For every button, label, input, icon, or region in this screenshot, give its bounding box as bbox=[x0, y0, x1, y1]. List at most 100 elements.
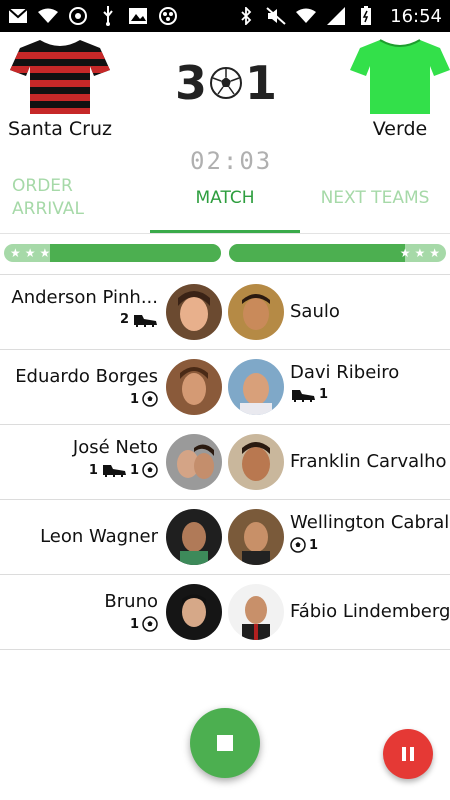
whatsapp-icon bbox=[68, 6, 88, 26]
star-icon: ★ bbox=[414, 246, 426, 260]
stop-match-button[interactable] bbox=[190, 708, 260, 778]
battery-icon bbox=[356, 6, 376, 26]
status-right-icons: 16:54 bbox=[236, 6, 442, 27]
signal-icon bbox=[326, 6, 346, 26]
home-player: José Neto 1 1 bbox=[73, 437, 158, 478]
status-left-icons bbox=[8, 6, 178, 26]
tab-match[interactable]: MATCH bbox=[150, 162, 300, 233]
home-rating-stars: ★ ★ ★ bbox=[10, 244, 50, 262]
avatar[interactable] bbox=[166, 584, 222, 640]
stat-count: 2 bbox=[119, 312, 129, 327]
star-icon: ★ bbox=[429, 246, 440, 260]
ball-icon bbox=[210, 67, 243, 99]
away-player: Franklin Carvalho bbox=[290, 451, 447, 472]
away-player: Fábio Lindemberg bbox=[290, 601, 450, 622]
avatar[interactable] bbox=[228, 284, 284, 340]
tab-next-teams[interactable]: NEXT TEAMS bbox=[300, 162, 450, 233]
away-score: 1 bbox=[245, 56, 278, 110]
tab-order-arrival[interactable]: ORDER ARRIVAL bbox=[0, 162, 150, 233]
home-player-name: Leon Wagner bbox=[40, 526, 158, 547]
away-player-name: Saulo bbox=[290, 301, 340, 322]
away-player-stats: 1 bbox=[290, 387, 399, 402]
wifi-icon bbox=[38, 6, 58, 26]
pause-match-button[interactable] bbox=[383, 729, 433, 779]
avatar[interactable] bbox=[166, 509, 222, 565]
away-team[interactable]: Verde bbox=[340, 38, 450, 140]
stat-count: 1 bbox=[88, 462, 98, 478]
usb-icon bbox=[98, 6, 118, 26]
avatar[interactable] bbox=[166, 359, 222, 415]
tab-bar: ORDER ARRIVAL MATCH NEXT TEAMS bbox=[0, 162, 450, 234]
status-bar: 16:54 bbox=[0, 0, 450, 32]
mute-icon bbox=[266, 6, 286, 26]
away-team-name: Verde bbox=[372, 118, 428, 140]
wifi-icon bbox=[296, 6, 317, 26]
away-player: Davi Ribeiro 1 bbox=[290, 362, 399, 402]
home-player-name: José Neto bbox=[72, 437, 158, 458]
player-row[interactable]: Bruno 1 Fábio Lindemberg bbox=[0, 575, 450, 650]
mail-icon bbox=[8, 6, 28, 26]
home-player-name: Bruno bbox=[104, 591, 158, 612]
home-rating-fill bbox=[49, 244, 221, 262]
stat-count: 1 bbox=[309, 537, 319, 553]
avatar[interactable] bbox=[228, 584, 284, 640]
tab-order-arrival-label: ORDER ARRIVAL bbox=[12, 176, 84, 219]
player-row[interactable]: Anderson Pinh... 2 Saulo bbox=[0, 275, 450, 350]
home-player-name: Anderson Pinh... bbox=[11, 287, 158, 308]
avatar[interactable] bbox=[166, 434, 222, 490]
app-icon bbox=[158, 6, 178, 26]
clock: 16:54 bbox=[390, 5, 442, 27]
away-rating-fill bbox=[229, 244, 405, 262]
home-shirt-icon bbox=[10, 40, 110, 114]
home-team[interactable]: Santa Cruz bbox=[0, 38, 120, 140]
away-rating-stars: ★ ★ ★ bbox=[400, 244, 440, 262]
player-row[interactable]: José Neto 1 1 Franklin Carvalho bbox=[0, 425, 450, 500]
stat-count: 1 bbox=[129, 616, 139, 632]
away-player: Saulo bbox=[290, 301, 340, 322]
home-team-name: Santa Cruz bbox=[8, 118, 112, 140]
scoreboard: Santa Cruz 3 1 02:03 Verde bbox=[0, 32, 450, 175]
home-rating-bar: ★ ★ ★ bbox=[4, 244, 221, 262]
away-player: Wellington Cabral 1 bbox=[290, 512, 449, 553]
pause-icon bbox=[410, 747, 414, 761]
home-player-stats: 1 bbox=[104, 616, 158, 632]
avatar[interactable] bbox=[228, 434, 284, 490]
stat-count: 1 bbox=[319, 387, 329, 402]
avatar[interactable] bbox=[228, 359, 284, 415]
home-player-stats: 2 bbox=[11, 312, 158, 327]
avatar[interactable] bbox=[166, 284, 222, 340]
home-player-stats: 1 1 bbox=[73, 462, 158, 478]
away-player-stats: 1 bbox=[290, 537, 449, 553]
away-shirt-icon bbox=[350, 39, 450, 114]
star-icon: ★ bbox=[39, 246, 51, 260]
ball-icon bbox=[290, 537, 306, 553]
tab-next-teams-label: NEXT TEAMS bbox=[320, 187, 430, 208]
away-player-name: Wellington Cabral bbox=[290, 512, 450, 533]
stop-icon bbox=[217, 735, 233, 751]
score: 3 1 bbox=[175, 60, 277, 106]
ball-icon bbox=[142, 616, 158, 632]
avatar[interactable] bbox=[228, 509, 284, 565]
home-player-stats: 1 bbox=[15, 391, 158, 407]
player-row[interactable]: Leon Wagner Wellington Cabral 1 bbox=[0, 500, 450, 575]
team-ratings: ★ ★ ★ ★ ★ ★ bbox=[0, 244, 450, 264]
bluetooth-icon bbox=[236, 6, 256, 26]
star-icon: ★ bbox=[24, 246, 36, 260]
player-row[interactable]: Eduardo Borges 1 Davi Ribeiro 1 bbox=[0, 350, 450, 425]
star-icon: ★ bbox=[10, 246, 21, 260]
away-player-name: Franklin Carvalho bbox=[290, 451, 447, 472]
home-player: Leon Wagner bbox=[40, 526, 158, 547]
player-list: Anderson Pinh... 2 Saulo Eduardo Borges … bbox=[0, 274, 450, 650]
boot-icon bbox=[292, 389, 315, 402]
boot-icon bbox=[134, 314, 157, 327]
home-player: Anderson Pinh... 2 bbox=[11, 287, 158, 327]
star-icon: ★ bbox=[399, 246, 411, 260]
home-player: Bruno 1 bbox=[104, 591, 158, 632]
home-score: 3 bbox=[175, 56, 208, 110]
tab-match-label: MATCH bbox=[195, 187, 255, 208]
boot-icon bbox=[102, 465, 126, 477]
home-player-name: Eduardo Borges bbox=[15, 366, 158, 387]
away-player-name: Fábio Lindemberg bbox=[290, 601, 450, 622]
stat-count: 1 bbox=[129, 391, 139, 407]
ball-icon bbox=[142, 391, 158, 407]
